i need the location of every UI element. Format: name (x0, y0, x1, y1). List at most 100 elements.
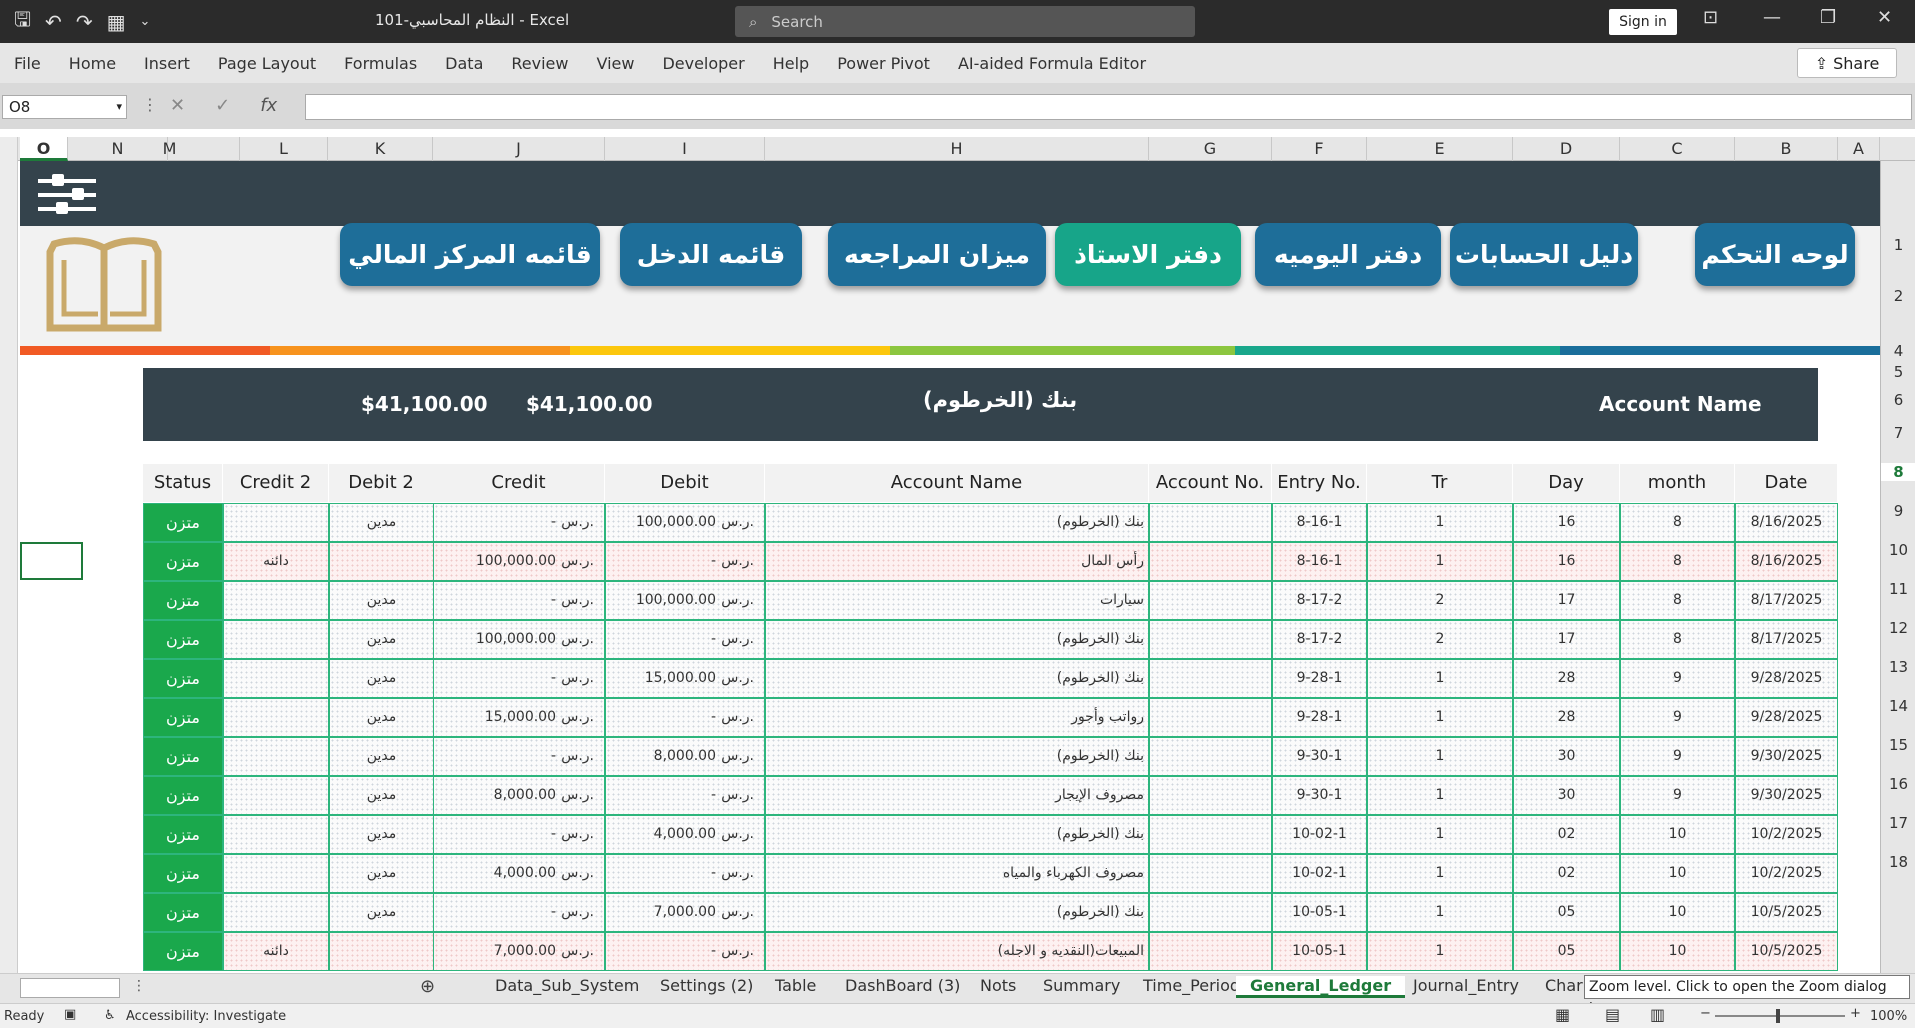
menu-data[interactable]: Data (445, 54, 483, 73)
cell-status[interactable]: متزن (143, 659, 223, 698)
cell-entry[interactable]: 8-16-1 (1272, 542, 1367, 581)
row-header-4[interactable]: 4 (1881, 342, 1915, 360)
column-header-k[interactable]: K (328, 137, 433, 161)
cell-day[interactable]: 05 (1513, 932, 1620, 971)
cell-debit[interactable]: ر.س. 7,000.00 (605, 893, 765, 932)
cell-day[interactable]: 30 (1513, 737, 1620, 776)
cell-debit2[interactable]: مدين (329, 893, 434, 932)
cell-account[interactable]: بنك (الخرطوم) (765, 659, 1149, 698)
cell-tr[interactable]: 1 (1367, 503, 1513, 542)
cell-status[interactable]: متزن (143, 854, 223, 893)
cell-tr[interactable]: 1 (1367, 542, 1513, 581)
nav-button-3[interactable]: دفتر اليوميه (1255, 223, 1441, 286)
column-header-h[interactable]: H (765, 137, 1149, 161)
cell-acc_no[interactable] (1149, 503, 1272, 542)
row-header-12[interactable]: 12 (1881, 619, 1915, 637)
search-box[interactable]: ⌕ Search (735, 6, 1195, 37)
row-header-7[interactable]: 7 (1881, 424, 1915, 442)
cell-date[interactable]: 10/5/2025 (1735, 932, 1838, 971)
menu-file[interactable]: File (14, 54, 41, 73)
cell-month[interactable]: 8 (1620, 620, 1735, 659)
fx-icon[interactable]: fx (260, 95, 277, 116)
menu-power-pivot[interactable]: Power Pivot (837, 54, 930, 73)
cell-debit2[interactable]: مدين (329, 737, 434, 776)
cell-credit2[interactable] (223, 893, 329, 932)
cell-credit2[interactable]: دائنه (223, 542, 329, 581)
cell-day[interactable]: 28 (1513, 659, 1620, 698)
cell-tr[interactable]: 1 (1367, 932, 1513, 971)
cell-status[interactable]: متزن (143, 542, 223, 581)
cell-status[interactable]: متزن (143, 932, 223, 971)
cell-month[interactable]: 9 (1620, 737, 1735, 776)
settings-sliders-icon[interactable] (38, 171, 96, 217)
minimize-icon[interactable]: — (1763, 7, 1781, 28)
menu-home[interactable]: Home (69, 54, 116, 73)
menu-insert[interactable]: Insert (144, 54, 190, 73)
cell-date[interactable]: 9/28/2025 (1735, 698, 1838, 737)
cell-debit[interactable]: ر.س. 15,000.00 (605, 659, 765, 698)
cell-credit[interactable]: ر.س. - (433, 737, 605, 776)
column-header-b[interactable]: B (1735, 137, 1838, 161)
cell-tr[interactable]: 2 (1367, 620, 1513, 659)
cell-acc_no[interactable] (1149, 737, 1272, 776)
cell-tr[interactable]: 2 (1367, 581, 1513, 620)
cell-debit[interactable]: ر.س. - (605, 620, 765, 659)
cell-acc_no[interactable] (1149, 815, 1272, 854)
cancel-icon[interactable]: ✕ (170, 95, 185, 116)
cell-date[interactable]: 10/2/2025 (1735, 815, 1838, 854)
add-sheet-icon[interactable]: ⊕ (420, 976, 435, 997)
cell-acc_no[interactable] (1149, 620, 1272, 659)
column-header-c[interactable]: C (1620, 137, 1735, 161)
cell-acc_no[interactable] (1149, 581, 1272, 620)
cell-acc_no[interactable] (1149, 659, 1272, 698)
column-header-e[interactable]: E (1367, 137, 1513, 161)
cell-credit[interactable]: ر.س. - (433, 659, 605, 698)
sheet-tab-data-sub-system[interactable]: Data_Sub_System (495, 976, 639, 995)
row-header-13[interactable]: 13 (1881, 658, 1915, 676)
redo-icon[interactable]: ↷ (76, 10, 93, 34)
cell-credit[interactable]: ر.س. 100,000.00 (433, 542, 605, 581)
cell-month[interactable]: 8 (1620, 581, 1735, 620)
cell-date[interactable]: 8/16/2025 (1735, 542, 1838, 581)
cell-account[interactable]: رواتب وأجور (765, 698, 1149, 737)
row-header-9[interactable]: 9 (1881, 502, 1915, 520)
cell-credit[interactable]: ر.س. 100,000.00 (433, 620, 605, 659)
nav-button-7[interactable]: قائمه المركز المالي (340, 223, 600, 286)
menu-ai-aided-formula-editor[interactable]: AI-aided Formula Editor (958, 54, 1146, 73)
undo-icon[interactable]: ↶ (45, 10, 62, 34)
formula-input[interactable] (305, 94, 1912, 120)
ribbon-display-icon[interactable]: ⊡ (1703, 7, 1718, 28)
cell-credit[interactable]: ر.س. - (433, 581, 605, 620)
cell-day[interactable]: 02 (1513, 854, 1620, 893)
selected-cell[interactable] (20, 542, 83, 580)
sheet-tab-settings-2-[interactable]: Settings (2) (660, 976, 753, 995)
cell-day[interactable]: 28 (1513, 698, 1620, 737)
cell-acc_no[interactable] (1149, 854, 1272, 893)
cell-date[interactable]: 8/17/2025 (1735, 620, 1838, 659)
customize-icon[interactable]: ⌄ (139, 14, 150, 29)
sign-in-button[interactable]: Sign in (1609, 9, 1677, 35)
row-header-5[interactable]: 5 (1881, 363, 1915, 381)
cell-status[interactable]: متزن (143, 698, 223, 737)
cell-debit[interactable]: ر.س. 100,000.00 (605, 503, 765, 542)
menu-view[interactable]: View (596, 54, 634, 73)
row-header-18[interactable]: 18 (1881, 853, 1915, 871)
cell-month[interactable]: 9 (1620, 776, 1735, 815)
share-button[interactable]: ⇪ Share (1797, 48, 1897, 78)
cell-acc_no[interactable] (1149, 932, 1272, 971)
cell-credit2[interactable] (223, 659, 329, 698)
nav-button-1[interactable]: لوحه التحكم (1695, 223, 1855, 286)
sheet-tab-dashboard-3-[interactable]: DashBoard (3) (845, 976, 960, 995)
cell-account[interactable]: مصروف الإيجار (765, 776, 1149, 815)
cell-account[interactable]: مصروف الكهرباء والمياه (765, 854, 1149, 893)
cell-date[interactable]: 9/30/2025 (1735, 776, 1838, 815)
cell-credit[interactable]: ر.س. - (433, 503, 605, 542)
row-header-8[interactable]: 8 (1881, 463, 1915, 481)
cell-debit[interactable]: ر.س. - (605, 698, 765, 737)
cell-account[interactable]: بنك (الخرطوم) (765, 503, 1149, 542)
cell-tr[interactable]: 1 (1367, 659, 1513, 698)
cell-day[interactable]: 30 (1513, 776, 1620, 815)
cell-debit2[interactable]: مدين (329, 815, 434, 854)
cell-debit2[interactable]: مدين (329, 581, 434, 620)
cell-account[interactable]: سيارات (765, 581, 1149, 620)
